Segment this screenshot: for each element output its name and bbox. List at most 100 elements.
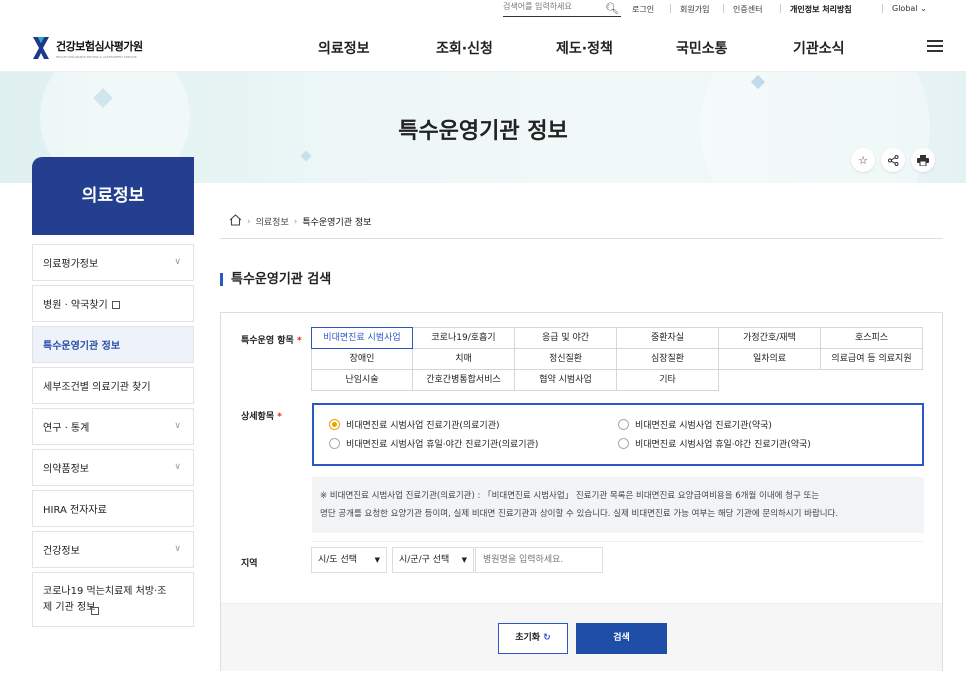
search-icon[interactable]: 🔍︎ xyxy=(605,2,619,15)
search-button[interactable]: 검색 xyxy=(576,623,667,654)
sido-select[interactable]: 시/도 선택 ▼ xyxy=(311,547,387,573)
chevron-down-icon: ∨ xyxy=(174,461,181,472)
top-search: 🔍︎ xyxy=(503,2,621,17)
category-cell[interactable]: 일차의료 xyxy=(718,348,821,370)
divider xyxy=(723,4,724,13)
category-cell[interactable]: 중환자실 xyxy=(616,327,719,349)
divider xyxy=(311,541,923,542)
breadcrumb-item[interactable]: 의료정보 xyxy=(256,215,289,228)
sidebar-item-hira-data[interactable]: HIRA 전자자료 xyxy=(32,490,194,527)
sidebar-item-drug-info[interactable]: 의약품정보 ∨ xyxy=(32,449,194,486)
sigungu-select[interactable]: 시/군/구 선택 ▼ xyxy=(392,547,474,573)
nav-medical-info[interactable]: 의료정보 xyxy=(318,38,370,58)
radio-label: 비대면진료 시범사업 휴일·야간 진료기관(의료기관) xyxy=(346,440,539,450)
logo-icon xyxy=(32,36,50,60)
sidebar-item-covid-treatment[interactable]: 코로나19 먹는치료제 처방·조제 기관 정보 xyxy=(32,572,194,627)
login-link[interactable]: 로그인 xyxy=(632,4,654,15)
detail-radio-option[interactable]: 비대면진료 시범사업 휴일·야간 진료기관(약국) xyxy=(618,437,811,450)
menu-icon[interactable] xyxy=(927,40,943,53)
detail-radio-option[interactable]: 비대면진료 시범사업 휴일·야간 진료기관(의료기관) xyxy=(329,437,538,450)
radio-icon xyxy=(618,438,629,449)
utility-bar: 🔍︎ 로그인 회원가입 인증센터 개인정보 처리방침 Global ⌄ xyxy=(0,0,966,20)
sidebar-item-label: 연구 · 통계 xyxy=(43,423,90,434)
radio-label: 비대면진료 시범사업 휴일·야간 진료기관(약국) xyxy=(635,440,811,450)
notice-text: ※ 비대면진료 시범사업 진료기관(의료기관) : 「비대면진료 시범사업」 진… xyxy=(320,491,820,501)
category-cell[interactable]: 장애인 xyxy=(311,348,413,370)
logo-text: 건강보험심사평가원 xyxy=(56,39,143,53)
sidebar-item-evaluation[interactable]: 의료평가정보 ∨ xyxy=(32,244,194,281)
detail-radio-option[interactable]: 비대면진료 시범사업 진료기관(약국) xyxy=(618,418,772,431)
category-cell[interactable]: 호스피스 xyxy=(820,327,923,349)
category-cell[interactable]: 치매 xyxy=(412,348,515,370)
category-label: 특수운영 항목 * xyxy=(241,333,302,346)
detail-label-text: 상세항목 xyxy=(241,412,275,422)
sidebar-item-label: 특수운영기관 정보 xyxy=(43,341,121,352)
sidebar-title: 의료정보 xyxy=(32,157,194,235)
radio-icon xyxy=(618,419,629,430)
radio-label: 비대면진료 시범사업 진료기관(의료기관) xyxy=(346,421,500,431)
global-link[interactable]: Global ⌄ xyxy=(892,4,927,13)
nav-communication[interactable]: 국민소통 xyxy=(676,38,728,58)
search-panel: 특수운영 항목 * 비대면진료 시범사업 코로나19/호흡기 응급 및 야간 중… xyxy=(220,312,943,671)
share-icon[interactable] xyxy=(881,148,905,172)
sidebar-menu: 의료평가정보 ∨ 병원 · 약국찾기 특수운영기관 정보 세부조건별 의료기관 찾… xyxy=(32,244,194,631)
breadcrumb: › 의료정보 › 특수운영기관 정보 xyxy=(229,214,371,229)
sidebar-item-label: 세부조건별 의료기관 찾기 xyxy=(43,382,151,393)
sidebar-item-label: 건강정보 xyxy=(43,546,80,557)
sidebar-item-detailed-search[interactable]: 세부조건별 의료기관 찾기 xyxy=(32,367,194,404)
home-icon[interactable] xyxy=(229,214,242,229)
decor-shape xyxy=(300,150,312,162)
signup-link[interactable]: 회원가입 xyxy=(680,4,709,15)
print-icon[interactable] xyxy=(911,148,935,172)
breadcrumb-separator: › xyxy=(293,216,298,227)
sidebar-item-find-hospital[interactable]: 병원 · 약국찾기 xyxy=(32,285,194,322)
logo[interactable]: 건강보험심사평가원 HEALTH INSURANCE REVIEW & ASSE… xyxy=(32,36,143,60)
header: 건강보험심사평가원 HEALTH INSURANCE REVIEW & ASSE… xyxy=(0,20,966,72)
caret-down-icon: ▼ xyxy=(461,556,467,564)
divider xyxy=(882,4,883,13)
star-icon[interactable]: ☆ xyxy=(851,148,875,172)
divider xyxy=(780,4,781,13)
category-cell-selected[interactable]: 비대면진료 시범사업 xyxy=(311,327,413,349)
detail-radio-option[interactable]: 비대면진료 시범사업 진료기관(의료기관) xyxy=(329,418,500,431)
notice-box: ※ 비대면진료 시범사업 진료기관(의료기관) : 「비대면진료 시범사업」 진… xyxy=(312,477,924,533)
radio-icon xyxy=(329,438,340,449)
sidebar-item-label: 병원 · 약국찾기 xyxy=(43,300,108,311)
top-search-input[interactable] xyxy=(503,2,599,11)
page-tools: ☆ xyxy=(851,148,935,172)
category-cell[interactable]: 간호간병통합서비스 xyxy=(412,369,515,391)
radio-selected-icon xyxy=(329,419,340,430)
divider xyxy=(220,238,943,239)
sidebar-item-research[interactable]: 연구 · 통계 ∨ xyxy=(32,408,194,445)
category-cell[interactable]: 기타 xyxy=(616,369,719,391)
category-cell[interactable]: 가정간호/재택 xyxy=(718,327,821,349)
chevron-down-icon: ∨ xyxy=(174,256,181,267)
nav-inquiry[interactable]: 조회·신청 xyxy=(436,38,493,58)
chevron-down-icon: ∨ xyxy=(174,420,181,431)
auth-center-link[interactable]: 인증센터 xyxy=(733,4,762,15)
reset-button[interactable]: 초기화 ↻ xyxy=(498,623,568,654)
external-link-icon xyxy=(91,607,99,615)
category-cell[interactable]: 난임시술 xyxy=(311,369,413,391)
logo-subtext: HEALTH INSURANCE REVIEW & ASSESSMENT SER… xyxy=(56,54,137,59)
sidebar-item-health-info[interactable]: 건강정보 ∨ xyxy=(32,531,194,568)
divider xyxy=(670,4,671,13)
nav-news[interactable]: 기관소식 xyxy=(793,38,845,58)
page-title: 특수운영기관 정보 xyxy=(398,119,568,144)
button-area: 초기화 ↻ 검색 xyxy=(221,603,942,671)
privacy-policy-link[interactable]: 개인정보 처리방침 xyxy=(790,4,852,15)
category-cell[interactable]: 의료급여 등 의료지원 xyxy=(820,348,923,370)
category-cell[interactable]: 코로나19/호흡기 xyxy=(412,327,515,349)
breadcrumb-separator: › xyxy=(247,216,251,227)
sidebar-item-special-institution[interactable]: 특수운영기관 정보 xyxy=(32,326,194,363)
category-cell[interactable]: 응급 및 야간 xyxy=(514,327,617,349)
category-cell[interactable]: 정신질환 xyxy=(514,348,617,370)
global-label: Global xyxy=(892,4,918,13)
caret-down-icon: ▼ xyxy=(374,556,380,564)
hospital-name-input[interactable] xyxy=(475,547,603,573)
category-label-text: 특수운영 항목 xyxy=(241,336,294,346)
category-cell[interactable]: 협약 시범사업 xyxy=(514,369,617,391)
category-cell[interactable]: 심장질환 xyxy=(616,348,719,370)
nav-policy[interactable]: 제도·정책 xyxy=(556,38,613,58)
region-label: 지역 xyxy=(241,559,258,569)
